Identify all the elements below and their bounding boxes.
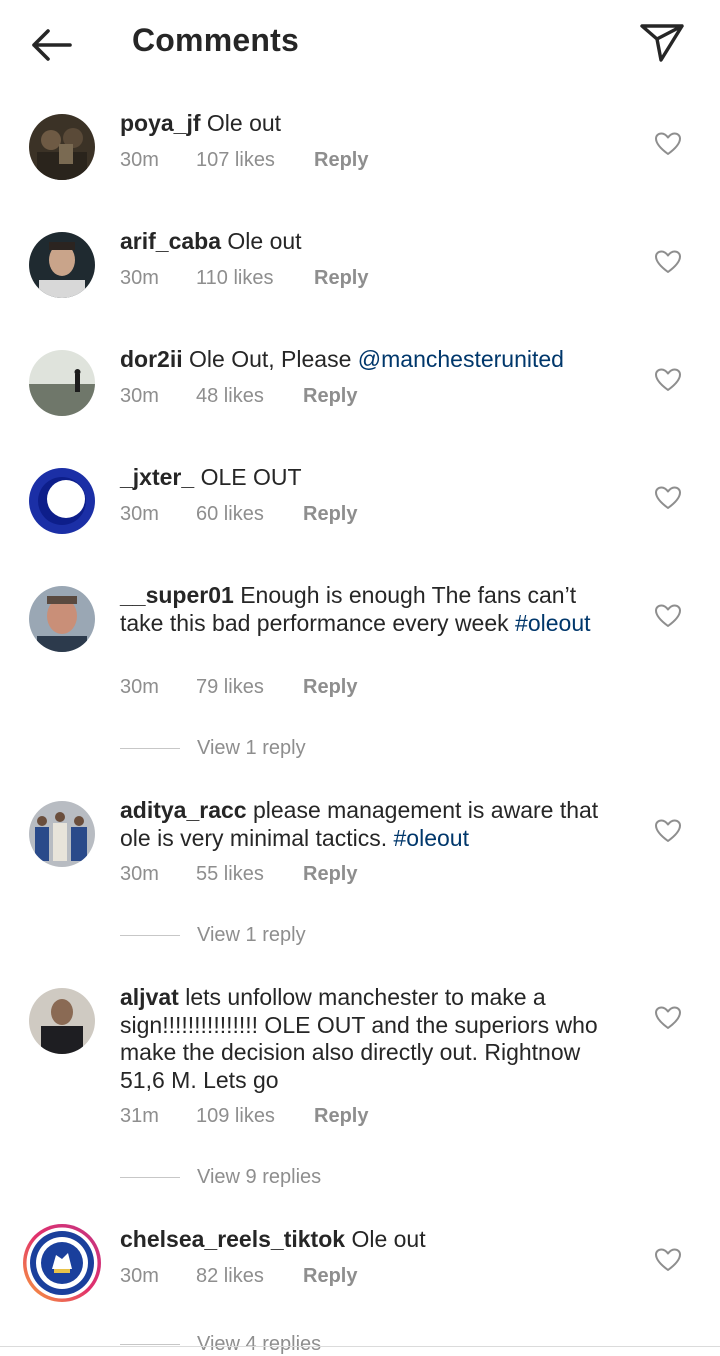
comment-time: 30m bbox=[120, 863, 159, 885]
comment-likes[interactable]: 110 likes bbox=[196, 267, 273, 290]
comment-likes[interactable]: 60 likes bbox=[196, 503, 264, 526]
comment-body: OLE OUT bbox=[200, 464, 302, 490]
comment-username[interactable]: __super01 bbox=[120, 582, 234, 608]
divider bbox=[120, 1177, 180, 1179]
comment-likes[interactable]: 109 likes bbox=[196, 1105, 275, 1128]
reply-button[interactable]: Reply bbox=[303, 676, 357, 699]
comment-time: 30m bbox=[120, 385, 159, 407]
like-button[interactable] bbox=[655, 1248, 681, 1272]
comment-time: 30m bbox=[120, 503, 159, 525]
share-button[interactable] bbox=[638, 20, 686, 66]
comment-username[interactable]: chelsea_reels_tiktok bbox=[120, 1226, 345, 1252]
comment-likes[interactable]: 79 likes bbox=[196, 676, 264, 699]
comment-username[interactable]: poya_jf bbox=[120, 110, 201, 136]
comment-username[interactable]: aljvat bbox=[120, 984, 179, 1010]
comment-text: chelsea_reels_tiktok Ole out bbox=[120, 1226, 625, 1254]
bottom-divider bbox=[0, 1346, 720, 1347]
comment-likes[interactable]: 55 likes bbox=[196, 863, 264, 886]
comment-body: Ole out bbox=[227, 228, 302, 254]
reply-button[interactable]: Reply bbox=[303, 503, 357, 526]
comment-time: 30m bbox=[120, 149, 159, 171]
view-replies-button[interactable]: View 4 replies bbox=[120, 1333, 321, 1356]
heart-icon bbox=[655, 604, 681, 627]
mention-link[interactable]: @manchesterunited bbox=[358, 346, 564, 372]
comment-text: poya_jf Ole out bbox=[120, 110, 625, 138]
avatar-story-ring[interactable] bbox=[22, 1223, 102, 1303]
like-button[interactable] bbox=[655, 1006, 681, 1030]
view-replies-label: View 9 replies bbox=[197, 1166, 322, 1188]
comment-text: aditya_racc please management is aware t… bbox=[120, 797, 625, 852]
divider bbox=[120, 748, 180, 750]
header: Comments bbox=[0, 0, 720, 90]
comment-likes[interactable]: 82 likes bbox=[196, 1265, 264, 1288]
heart-icon bbox=[655, 486, 681, 509]
avatar[interactable] bbox=[29, 232, 95, 298]
avatar[interactable] bbox=[29, 801, 95, 867]
avatar[interactable] bbox=[29, 586, 95, 652]
view-replies-label: View 1 reply bbox=[197, 924, 306, 946]
comment-likes[interactable]: 107 likes bbox=[196, 149, 275, 172]
heart-icon bbox=[655, 250, 681, 273]
avatar[interactable] bbox=[29, 114, 95, 180]
divider bbox=[120, 935, 180, 937]
heart-icon bbox=[655, 132, 681, 155]
comment-text: _jxter_ OLE OUT bbox=[120, 464, 625, 492]
heart-icon bbox=[655, 368, 681, 391]
like-button[interactable] bbox=[655, 250, 681, 274]
like-button[interactable] bbox=[655, 132, 681, 156]
view-replies-label: View 4 replies bbox=[197, 1333, 322, 1355]
view-replies-button[interactable]: View 9 replies bbox=[120, 1166, 321, 1189]
heart-icon bbox=[655, 1248, 681, 1271]
heart-icon bbox=[655, 819, 681, 842]
comment-time: 30m bbox=[120, 267, 159, 289]
avatar[interactable] bbox=[29, 468, 95, 534]
avatar[interactable] bbox=[29, 350, 95, 416]
reply-button[interactable]: Reply bbox=[314, 149, 368, 172]
comment-likes[interactable]: 48 likes bbox=[196, 385, 264, 408]
heart-icon bbox=[655, 1006, 681, 1029]
comment-body: Ole out bbox=[351, 1226, 426, 1252]
like-button[interactable] bbox=[655, 819, 681, 843]
view-replies-button[interactable]: View 1 reply bbox=[120, 924, 306, 947]
reply-button[interactable]: Reply bbox=[314, 267, 368, 290]
comment-username[interactable]: aditya_racc bbox=[120, 797, 247, 823]
like-button[interactable] bbox=[655, 486, 681, 510]
avatar[interactable] bbox=[29, 988, 95, 1054]
comment-username[interactable]: dor2ii bbox=[120, 346, 183, 372]
hashtag-link[interactable]: #oleout bbox=[394, 825, 469, 851]
comment-text: arif_caba Ole out bbox=[120, 228, 625, 256]
comment-time: 31m bbox=[120, 1105, 159, 1127]
page-title: Comments bbox=[132, 22, 299, 58]
reply-button[interactable]: Reply bbox=[303, 385, 357, 408]
reply-button[interactable]: Reply bbox=[303, 1265, 357, 1288]
comment-body: lets unfollow manchester to make a sign!… bbox=[120, 984, 598, 1093]
comment-username[interactable]: _jxter_ bbox=[120, 464, 194, 490]
reply-button[interactable]: Reply bbox=[303, 863, 357, 886]
comment-text: aljvat lets unfollow manchester to make … bbox=[120, 984, 625, 1094]
comment-body: Ole out bbox=[206, 110, 282, 136]
comment-time: 30m bbox=[120, 676, 159, 698]
view-replies-button[interactable]: View 1 reply bbox=[120, 737, 306, 760]
view-replies-label: View 1 reply bbox=[197, 737, 306, 759]
comment-body: Ole Out, Please bbox=[189, 346, 352, 372]
arrow-left-icon bbox=[32, 29, 72, 61]
like-button[interactable] bbox=[655, 368, 681, 392]
paper-plane-icon bbox=[640, 24, 684, 62]
reply-button[interactable]: Reply bbox=[314, 1105, 368, 1128]
like-button[interactable] bbox=[655, 604, 681, 628]
back-button[interactable] bbox=[26, 24, 76, 66]
comment-username[interactable]: arif_caba bbox=[120, 228, 221, 254]
comment-text: dor2ii Ole Out, Please @manchesterunited bbox=[120, 346, 625, 374]
comment-time: 30m bbox=[120, 1265, 159, 1287]
comment-text: __super01 Enough is enough The fans can’… bbox=[120, 582, 625, 637]
hashtag-link[interactable]: #oleout bbox=[515, 610, 590, 636]
